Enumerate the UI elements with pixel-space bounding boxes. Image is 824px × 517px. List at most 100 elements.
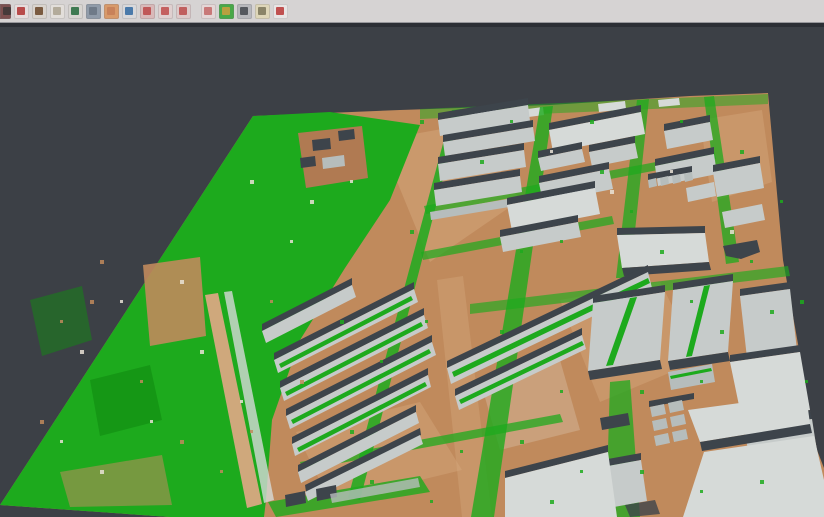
cross-section-icon[interactable] bbox=[86, 4, 101, 19]
globe-3d-icon-glyph bbox=[125, 7, 133, 15]
green-speckle bbox=[805, 380, 808, 383]
white-speckle bbox=[670, 170, 673, 173]
dtm-green-icon-glyph bbox=[71, 7, 79, 15]
mesh-sphere-icon-glyph bbox=[240, 7, 248, 15]
white-speckle bbox=[310, 200, 314, 204]
green-speckle bbox=[640, 390, 644, 394]
point-cloud-scene bbox=[0, 27, 824, 517]
orange-speckle bbox=[90, 300, 94, 304]
small-dark-roof bbox=[312, 138, 331, 151]
point-cloud-icon-glyph bbox=[53, 7, 61, 15]
green-speckle bbox=[590, 120, 594, 124]
white-speckle bbox=[250, 180, 254, 184]
green-speckle bbox=[510, 120, 513, 123]
green-speckle bbox=[520, 440, 524, 444]
terrain-brown-icon[interactable] bbox=[32, 4, 47, 19]
white-speckle bbox=[240, 400, 243, 403]
green-speckle bbox=[390, 150, 393, 153]
green-speckle bbox=[630, 210, 633, 213]
green-speckle bbox=[460, 450, 463, 453]
app-window bbox=[0, 0, 824, 517]
green-speckle bbox=[740, 150, 744, 154]
pan-arrows-icon[interactable] bbox=[14, 4, 29, 19]
green-speckle bbox=[410, 230, 414, 234]
green-speckle bbox=[380, 360, 383, 363]
cross-section-icon-glyph bbox=[89, 7, 97, 15]
legend-flag-icon[interactable] bbox=[273, 4, 288, 19]
white-speckle bbox=[150, 420, 153, 423]
green-speckle bbox=[430, 500, 433, 503]
crop-clip-icon[interactable] bbox=[176, 4, 191, 19]
orange-speckle bbox=[250, 430, 253, 433]
dtm-green-icon[interactable] bbox=[68, 4, 83, 19]
white-speckle bbox=[350, 180, 353, 183]
terrain-brown-icon-glyph bbox=[35, 7, 43, 15]
wh-roof bbox=[588, 292, 665, 371]
white-speckle bbox=[550, 150, 553, 153]
green-speckle bbox=[700, 490, 703, 493]
classification-colors-icon[interactable] bbox=[219, 4, 234, 19]
white-speckle bbox=[730, 230, 734, 234]
green-speckle bbox=[690, 300, 693, 303]
open-clipped-icon[interactable] bbox=[0, 4, 11, 19]
green-speckle bbox=[480, 160, 484, 164]
legend-flag-icon-glyph bbox=[276, 7, 284, 15]
small-dark-roof bbox=[338, 129, 355, 141]
toolbar bbox=[0, 0, 824, 22]
green-speckle bbox=[370, 480, 374, 484]
pan-arrows-icon-glyph bbox=[17, 7, 25, 15]
green-speckle bbox=[560, 240, 563, 243]
white-speckle bbox=[200, 350, 204, 354]
viewport-3d[interactable] bbox=[0, 27, 824, 517]
green-speckle bbox=[340, 320, 344, 324]
orange-speckle bbox=[220, 470, 223, 473]
green-speckle bbox=[425, 320, 428, 323]
profile-layers-icon[interactable] bbox=[140, 4, 155, 19]
green-speckle bbox=[580, 470, 583, 473]
select-grid-icon[interactable] bbox=[201, 4, 216, 19]
green-speckle bbox=[720, 330, 724, 334]
classification-colors-icon-glyph bbox=[222, 7, 230, 15]
green-speckle bbox=[660, 250, 664, 254]
point-cloud-icon[interactable] bbox=[50, 4, 65, 19]
white-speckle bbox=[610, 190, 614, 194]
circle-select-icon[interactable] bbox=[158, 4, 173, 19]
white-speckle bbox=[80, 350, 84, 354]
green-speckle bbox=[500, 330, 504, 334]
select-grid-icon-glyph bbox=[204, 7, 212, 15]
green-speckle bbox=[600, 170, 604, 174]
green-speckle bbox=[350, 430, 354, 434]
white-speckle bbox=[100, 470, 104, 474]
measure-icon-glyph bbox=[258, 7, 266, 15]
orange-speckle bbox=[140, 380, 143, 383]
orange-speckle bbox=[180, 440, 184, 444]
green-speckle bbox=[760, 480, 764, 484]
white-speckle bbox=[60, 440, 63, 443]
ortho-ground-icon[interactable] bbox=[104, 4, 119, 19]
white-speckle bbox=[290, 240, 293, 243]
small-dark-roof bbox=[300, 156, 316, 168]
white-speckle bbox=[120, 300, 123, 303]
mesh-sphere-icon[interactable] bbox=[237, 4, 252, 19]
profile-layers-icon-glyph bbox=[143, 7, 151, 15]
open-clipped-icon-glyph bbox=[3, 7, 11, 15]
orange-speckle bbox=[40, 420, 44, 424]
orange-speckle bbox=[60, 320, 63, 323]
green-speckle bbox=[550, 500, 554, 504]
ortho-ground-icon-glyph bbox=[107, 7, 115, 15]
orange-speckle bbox=[100, 260, 104, 264]
green-speckle bbox=[700, 380, 703, 383]
white-speckle bbox=[180, 280, 184, 284]
green-speckle bbox=[770, 310, 774, 314]
green-speckle bbox=[640, 470, 644, 474]
green-speckle bbox=[780, 200, 783, 203]
measure-icon[interactable] bbox=[255, 4, 270, 19]
green-speckle bbox=[520, 250, 523, 253]
circle-select-icon-glyph bbox=[161, 7, 169, 15]
green-speckle bbox=[300, 280, 303, 283]
orange-speckle bbox=[300, 380, 304, 384]
green-speckle bbox=[750, 260, 753, 263]
crop-clip-icon-glyph bbox=[179, 7, 187, 15]
bare-patch bbox=[143, 257, 206, 346]
globe-3d-icon[interactable] bbox=[122, 4, 137, 19]
